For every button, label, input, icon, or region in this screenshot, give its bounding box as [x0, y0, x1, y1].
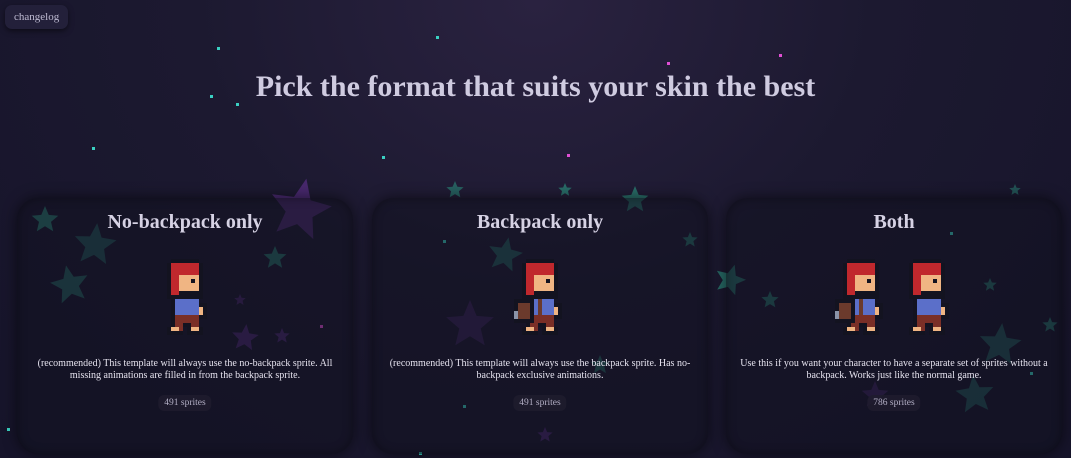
star-icon	[558, 183, 572, 196]
madeline-sprite-no-backpack-icon	[909, 259, 949, 335]
madeline-sprite-no-backpack-icon	[167, 259, 207, 335]
card-description: Use this if you want your character to h…	[740, 358, 1048, 381]
sprite-count-badge: 786 sprites	[867, 395, 921, 411]
card-title: Both	[873, 211, 915, 233]
star-icon	[1009, 184, 1021, 195]
option-card-both[interactable]: Both Use this if you want your character…	[726, 198, 1062, 454]
sparkle-dot	[436, 36, 439, 39]
sparkle-dot	[779, 54, 782, 57]
madeline-sprite-backpack-icon	[514, 259, 562, 335]
sparkle-dot	[7, 428, 10, 431]
sprite-count-badge: 491 sprites	[158, 395, 212, 411]
sparkle-dot	[217, 47, 220, 50]
card-description: (recommended) This template will always …	[37, 358, 333, 381]
sparkle-dot	[667, 62, 670, 65]
changelog-button[interactable]: changelog	[5, 5, 69, 29]
sprite-preview	[372, 258, 708, 336]
card-title: Backpack only	[476, 211, 604, 233]
sprite-preview	[17, 258, 353, 336]
sprite-count-badge: 491 sprites	[513, 395, 567, 411]
page-title: Pick the format that suits your skin the…	[255, 70, 816, 103]
madeline-sprite-backpack-icon	[835, 259, 883, 335]
option-card-backpack[interactable]: Backpack only (recommended) This templat…	[372, 198, 708, 454]
sparkle-dot	[567, 154, 570, 157]
card-title: No-backpack only	[107, 211, 263, 233]
star-icon	[446, 181, 464, 198]
sparkle-dot	[92, 147, 95, 150]
sparkle-dot	[382, 156, 385, 159]
sprite-preview	[726, 258, 1062, 336]
card-description: (recommended) This template will always …	[389, 358, 691, 381]
option-card-no-backpack[interactable]: No-backpack only (recommended) This temp…	[17, 198, 353, 454]
